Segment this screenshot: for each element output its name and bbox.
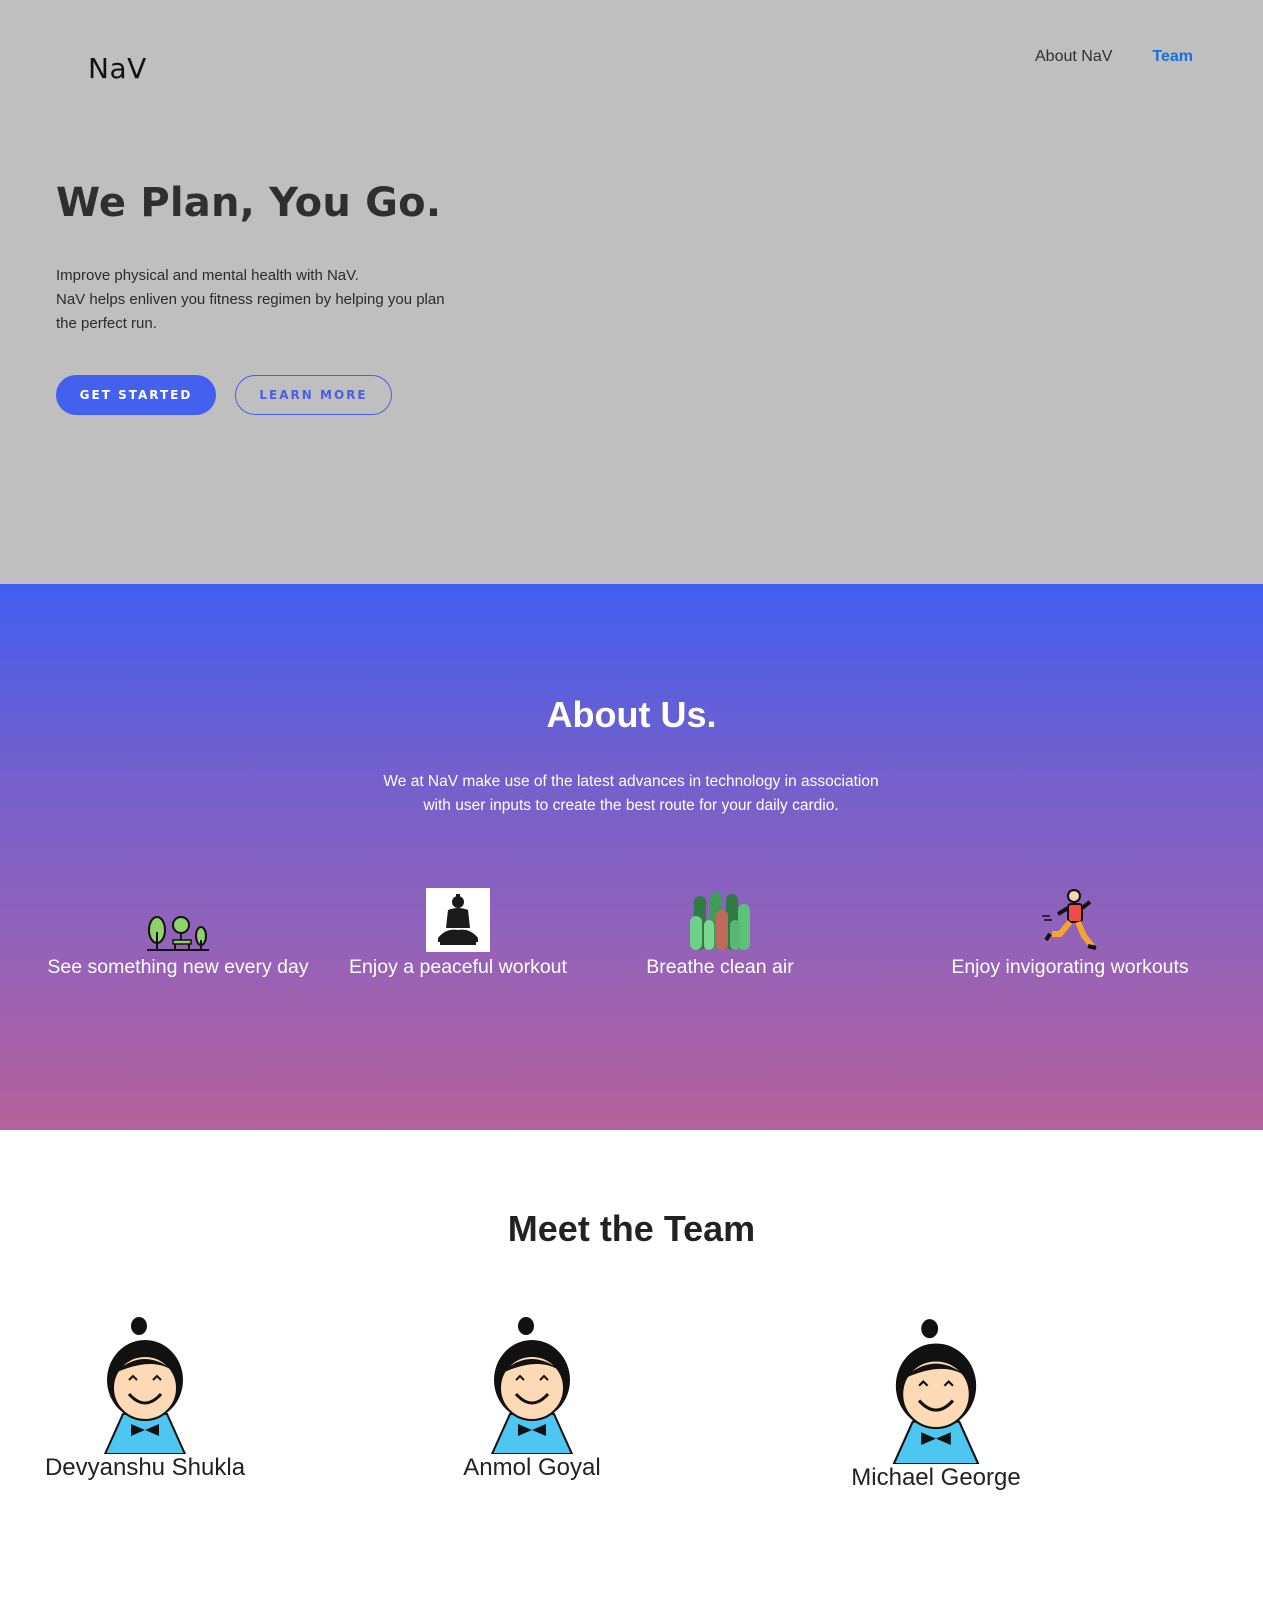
hero-description: Improve physical and mental health with … — [56, 264, 486, 336]
avatar — [490, 1317, 574, 1454]
runner-icon — [1042, 889, 1097, 950]
hero-section: NaV About NaV Team We Plan, You Go. Impr… — [0, 0, 1263, 584]
about-section: About Us. We at NaV make use of the late… — [0, 584, 1263, 1130]
feature-item: Enjoy a peaceful workout — [338, 888, 578, 979]
about-line: with user inputs to create the best rout… — [423, 797, 839, 814]
team-member-card: Anmol Goyal — [442, 1314, 622, 1482]
feature-item: Breathe clean air — [620, 892, 820, 979]
team-member-name: Anmol Goyal — [463, 1454, 601, 1481]
nav-link-team[interactable]: Team — [1152, 48, 1193, 66]
forest-icon — [690, 892, 750, 950]
feature-label: See something new every day — [47, 956, 309, 978]
feature-item: See something new every day — [46, 912, 310, 979]
about-description: We at NaV make use of the latest advance… — [331, 770, 931, 818]
about-line: We at NaV make use of the latest advance… — [383, 773, 879, 790]
brand-logo[interactable]: NaV — [88, 52, 147, 85]
hero-title: We Plan, You Go. — [56, 180, 442, 226]
team-member-card: Devyanshu Shukla — [40, 1314, 250, 1482]
feature-label: Enjoy a peaceful workout — [349, 956, 567, 978]
team-member-name: Devyanshu Shukla — [44, 1454, 246, 1481]
hero-line: Improve physical and mental health with … — [56, 267, 359, 284]
nav-link-about[interactable]: About NaV — [1035, 48, 1112, 66]
about-title: About Us. — [546, 694, 717, 735]
team-member-name: Michael George — [851, 1464, 1021, 1491]
page: NaV About NaV Team We Plan, You Go. Impr… — [0, 0, 1263, 1614]
avatar — [103, 1317, 187, 1454]
top-nav: About NaV Team — [1035, 48, 1193, 66]
feature-label: Breathe clean air — [646, 956, 794, 978]
get-started-button[interactable]: GET STARTED — [56, 375, 216, 415]
avatar — [892, 1319, 980, 1464]
hero-line: NaV helps enliven you fitness regimen by… — [56, 291, 445, 308]
learn-more-button[interactable]: LEARN MORE — [235, 375, 392, 415]
feature-item: Enjoy invigorating workouts — [940, 889, 1200, 979]
park-icon — [147, 916, 209, 951]
hero-line: the perfect run. — [56, 315, 157, 332]
feature-label: Enjoy invigorating workouts — [951, 956, 1189, 978]
team-member-card: Michael George — [836, 1316, 1036, 1492]
team-title: Meet the Team — [507, 1208, 756, 1249]
meditation-icon — [426, 888, 490, 952]
